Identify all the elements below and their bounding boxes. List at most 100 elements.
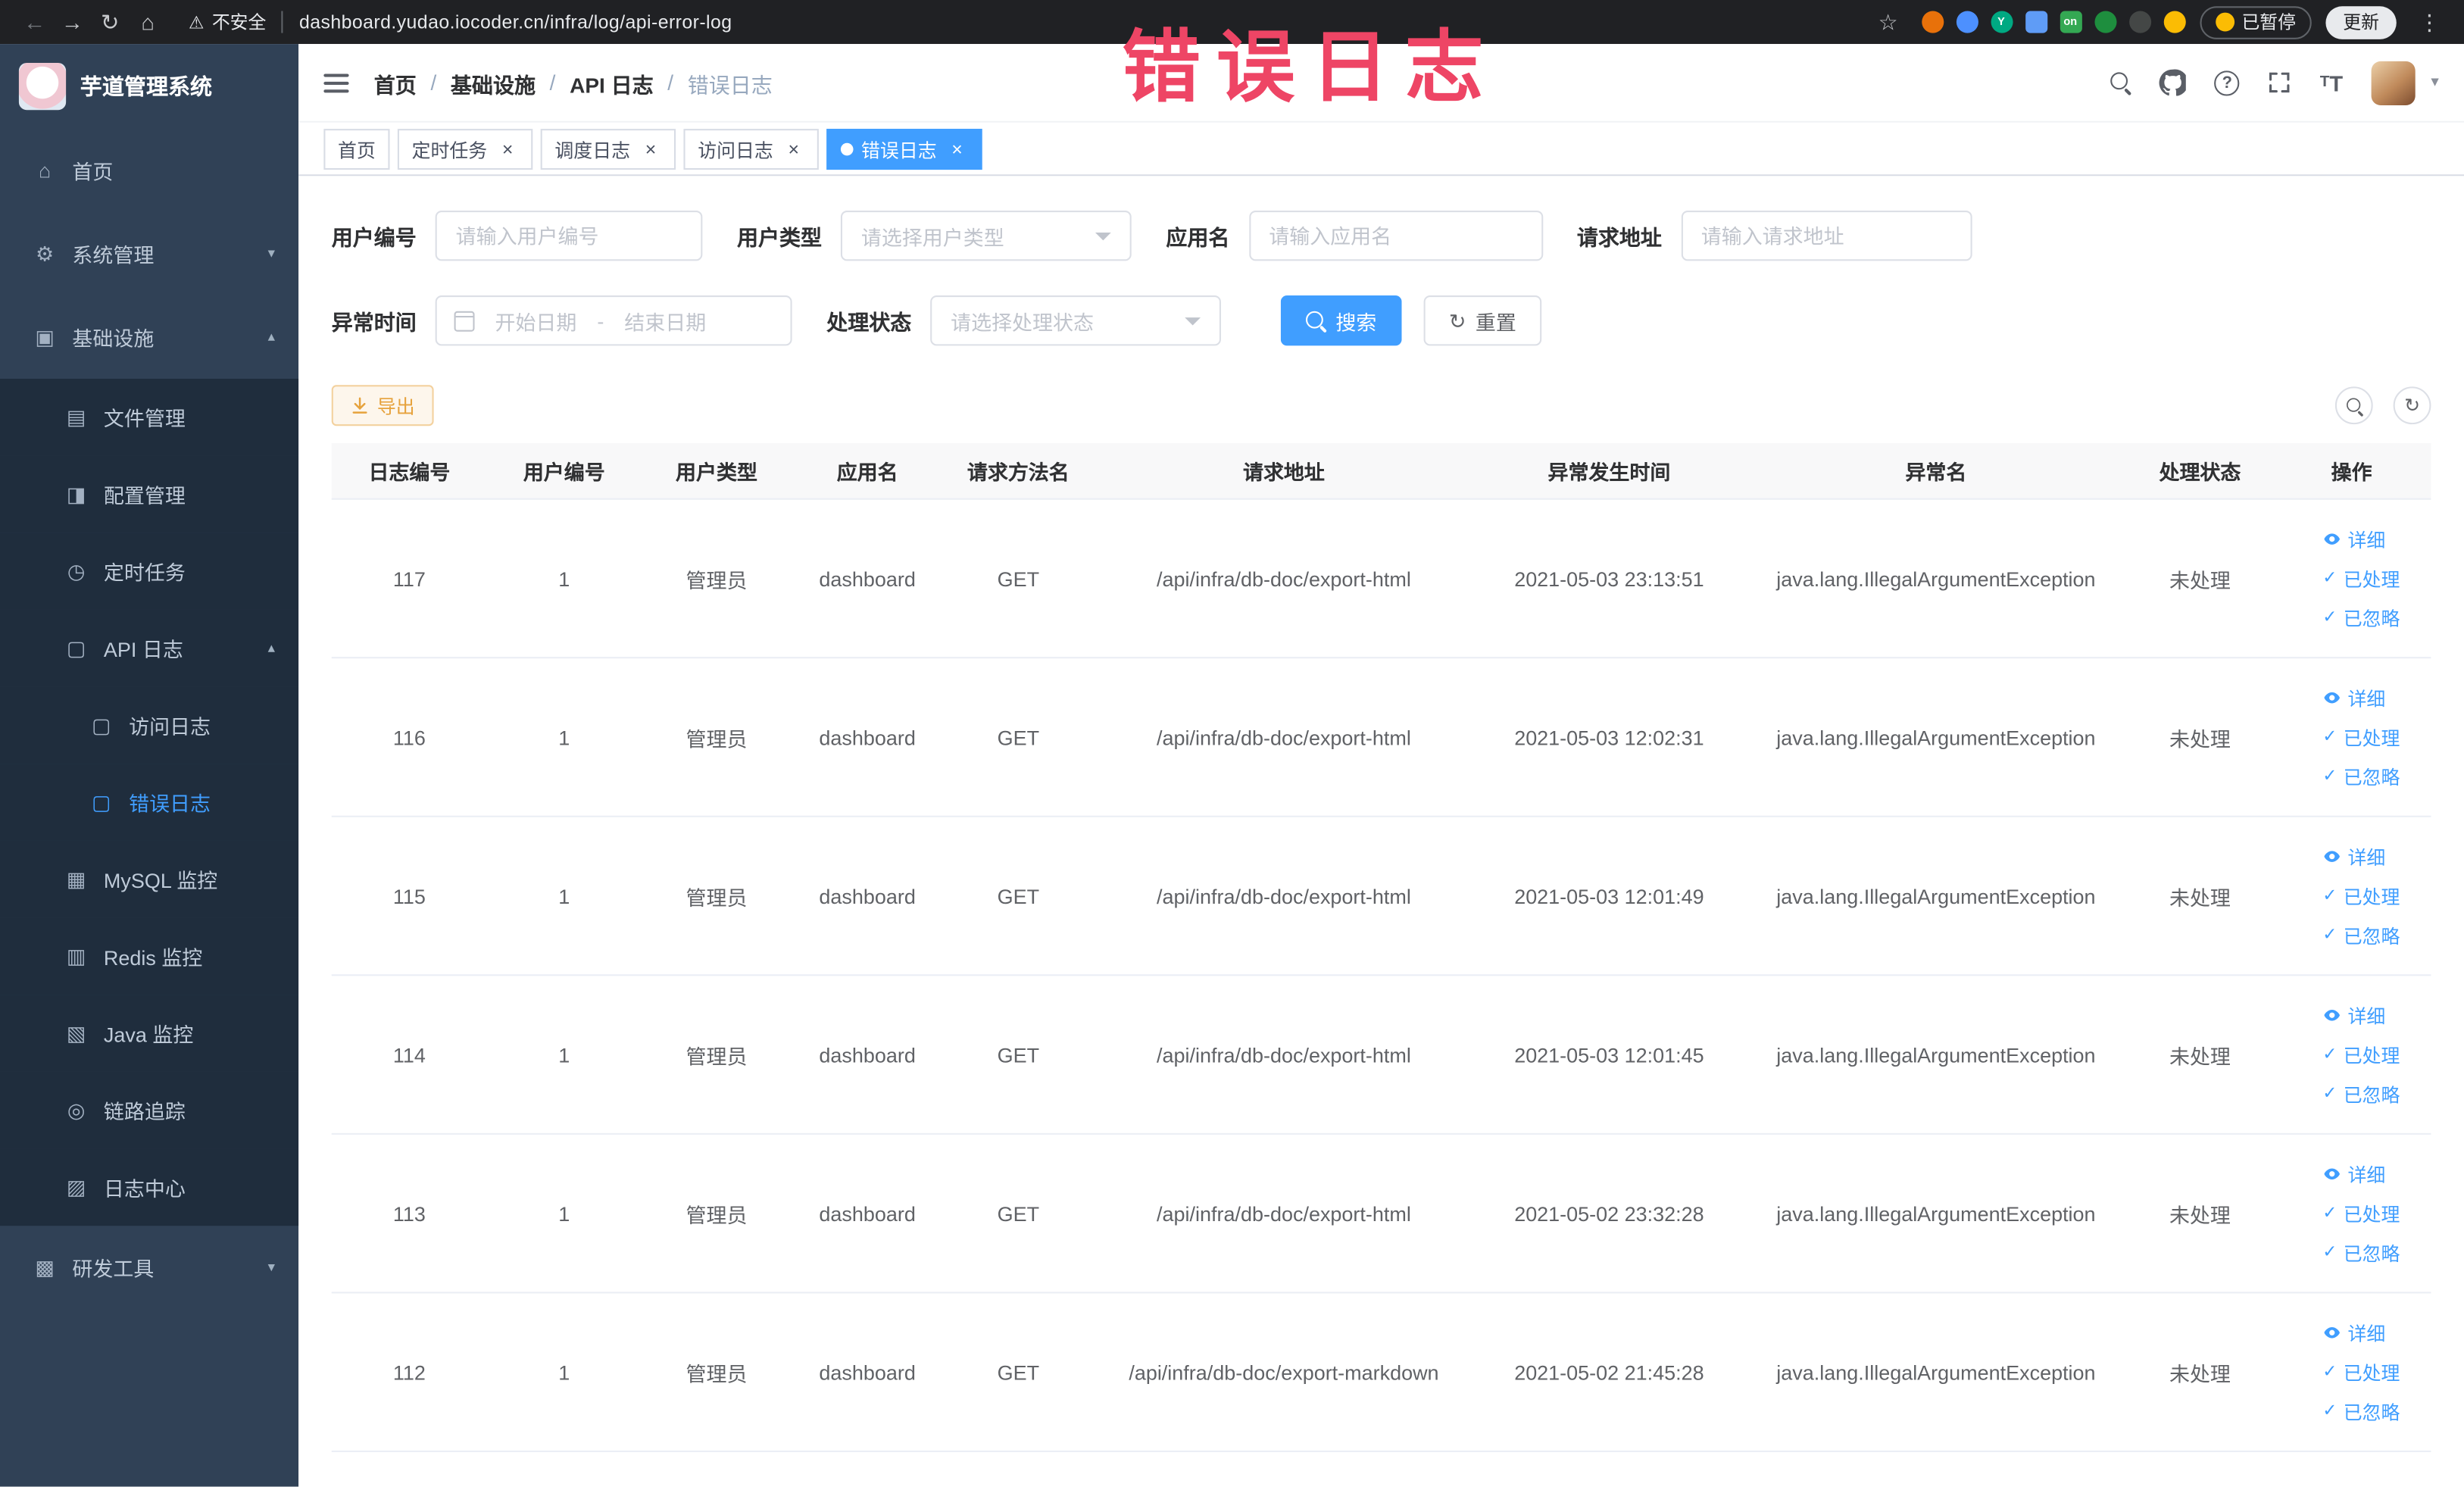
detail-link[interactable]: 详细 xyxy=(2322,1154,2385,1194)
processed-link[interactable]: ✓ 已处理 xyxy=(2322,1035,2400,1074)
processed-link[interactable]: ✓ 已处理 xyxy=(2322,876,2400,916)
bookmark-star-icon[interactable]: ☆ xyxy=(1869,8,1907,35)
back-icon[interactable]: ← xyxy=(16,9,54,34)
menu-dots-icon[interactable]: ⋮ xyxy=(2410,8,2448,35)
fullscreen-icon[interactable] xyxy=(2268,70,2291,94)
processed-link[interactable]: ✓ 已处理 xyxy=(2322,717,2400,757)
column-header: 用户类型 xyxy=(676,460,757,484)
user-avatar[interactable] xyxy=(2371,60,2416,105)
table-cell: java.lang.IllegalArgumentException xyxy=(1776,1042,2096,1067)
sidebar-item-label: Java 监控 xyxy=(103,1023,194,1047)
ignored-link[interactable]: ✓ 已忽略 xyxy=(2322,915,2400,954)
chevron-down-icon xyxy=(1095,232,1111,240)
tab-label: 定时任务 xyxy=(411,139,488,161)
tab-home[interactable]: 首页 xyxy=(323,129,390,170)
processed-link[interactable]: ✓ 已处理 xyxy=(2322,1194,2400,1233)
extension-icon[interactable]: Y xyxy=(1990,11,2013,33)
user-type-select[interactable]: 请选择用户类型 xyxy=(840,210,1132,261)
refresh-button[interactable]: ↻ xyxy=(2393,386,2431,425)
breadcrumb-item[interactable]: API 日志 xyxy=(570,67,654,98)
breadcrumb-item[interactable]: 首页 xyxy=(374,67,417,98)
sidebar-item-label: 定时任务 xyxy=(103,561,186,585)
sidebar-item-home[interactable]: ⌂ 首页 xyxy=(0,129,298,212)
date-range-picker[interactable]: 开始日期 - 结束日期 xyxy=(435,295,792,346)
extension-icon[interactable] xyxy=(1921,11,1944,33)
paused-extension-badge[interactable]: 已暂停 xyxy=(2199,5,2312,39)
table-cell: 1 xyxy=(558,1360,570,1384)
extension-icon[interactable] xyxy=(2128,11,2151,33)
sidebar-item-dev-tools[interactable]: ▩ 研发工具 ▾ xyxy=(0,1226,298,1309)
font-size-icon[interactable]: TT xyxy=(2320,70,2343,95)
detail-link[interactable]: 详细 xyxy=(2322,1313,2385,1352)
extension-icon[interactable] xyxy=(2094,11,2116,33)
breadcrumb-item[interactable]: 基础设施 xyxy=(451,67,536,98)
help-icon[interactable]: ? xyxy=(2214,70,2240,95)
ignored-link[interactable]: ✓ 已忽略 xyxy=(2322,598,2400,637)
sidebar-item-error-log[interactable]: ▢ 错误日志 xyxy=(0,764,299,841)
security-label[interactable]: 不安全 xyxy=(212,9,267,34)
close-icon[interactable]: × xyxy=(782,139,804,161)
extension-icon[interactable] xyxy=(2163,11,2185,33)
extension-icon[interactable] xyxy=(1955,11,1978,33)
tab-error-log[interactable]: 错误日志 × xyxy=(826,129,982,170)
sidebar-item-mysql[interactable]: ▦ MySQL 监控 xyxy=(0,840,299,918)
sidebar-item-system[interactable]: ⚙ 系统管理 ▾ xyxy=(0,212,298,295)
process-status-select[interactable]: 请选择处理状态 xyxy=(930,295,1221,346)
ignored-link[interactable]: ✓ 已忽略 xyxy=(2322,1392,2400,1431)
ignored-link[interactable]: ✓ 已忽略 xyxy=(2322,1233,2400,1273)
detail-link[interactable]: 详细 xyxy=(2322,837,2385,876)
detail-link[interactable]: 详细 xyxy=(2322,520,2385,559)
paused-label: 已暂停 xyxy=(2241,14,2297,33)
url-text[interactable]: dashboard.yudao.iocoder.cn/infra/log/api… xyxy=(299,11,732,33)
sidebar-item-label: 基础设施 xyxy=(72,326,155,351)
breadcrumb-item: 错误日志 xyxy=(687,73,773,97)
sidebar-item-file[interactable]: ▤ 文件管理 xyxy=(0,378,299,456)
close-icon[interactable]: × xyxy=(639,139,661,161)
sidebar-item-job[interactable]: ◷ 定时任务 xyxy=(0,533,299,610)
search-toggle-button[interactable] xyxy=(2334,386,2373,425)
user-id-input[interactable] xyxy=(435,210,703,261)
sidebar-item-log-center[interactable]: ▨ 日志中心 xyxy=(0,1148,299,1226)
detail-link[interactable]: 详细 xyxy=(2322,678,2385,717)
request-url-input[interactable] xyxy=(1680,210,1972,261)
tab-job-log[interactable]: 调度日志 × xyxy=(540,129,676,170)
reset-button[interactable]: ↻ 重置 xyxy=(1423,295,1542,346)
forward-icon[interactable]: → xyxy=(54,9,92,34)
navbar-actions: ? TT ▾ xyxy=(2110,60,2439,105)
tab-access-log[interactable]: 访问日志 × xyxy=(683,129,820,170)
app-name-input[interactable] xyxy=(1248,210,1543,261)
extension-icon[interactable]: on xyxy=(2059,11,2081,33)
ignored-link[interactable]: ✓ 已忽略 xyxy=(2322,757,2400,796)
search-button[interactable]: 搜索 xyxy=(1280,295,1402,346)
hamburger-icon[interactable] xyxy=(323,68,349,96)
close-icon[interactable]: × xyxy=(946,139,968,161)
update-button[interactable]: 更新 xyxy=(2325,5,2397,39)
search-icon[interactable] xyxy=(2110,72,2131,92)
processed-link[interactable]: ✓ 已处理 xyxy=(2322,559,2400,598)
chevron-down-icon xyxy=(1185,317,1201,325)
detail-link[interactable]: 详细 xyxy=(2322,995,2385,1035)
chevron-down-icon[interactable]: ▾ xyxy=(2431,74,2438,92)
sidebar-item-config[interactable]: ◨ 配置管理 xyxy=(0,455,299,533)
sidebar-item-trace[interactable]: ◎ 链路追踪 xyxy=(0,1071,299,1149)
ignored-link[interactable]: ✓ 已忽略 xyxy=(2322,1074,2400,1114)
processed-link[interactable]: ✓ 已处理 xyxy=(2322,1352,2400,1392)
eye-icon xyxy=(2324,1168,2340,1180)
table-cell: 2021-05-03 12:01:49 xyxy=(1514,883,1704,908)
export-button[interactable]: 导出 xyxy=(331,385,434,426)
browser-toolbar: ← → ↻ ⌂ ⚠ 不安全 dashboard.yudao.iocoder.cn… xyxy=(0,0,2464,45)
sidebar-item-api-log[interactable]: ▢ API 日志 ▴ xyxy=(0,609,299,687)
check-icon: ✓ xyxy=(2322,886,2338,904)
home-icon[interactable]: ⌂ xyxy=(129,9,167,34)
sidebar-item-java[interactable]: ▧ Java 监控 xyxy=(0,995,299,1072)
start-date-placeholder: 开始日期 xyxy=(495,310,577,334)
sidebar-item-infra[interactable]: ▣ 基础设施 ▴ xyxy=(0,295,298,379)
close-icon[interactable]: × xyxy=(497,139,519,161)
reload-icon[interactable]: ↻ xyxy=(91,8,129,35)
extension-icon[interactable] xyxy=(2025,11,2047,33)
github-icon[interactable] xyxy=(2160,69,2187,96)
sidebar-item-redis[interactable]: ▥ Redis 监控 xyxy=(0,917,299,995)
search-icon xyxy=(2345,397,2363,414)
tab-job[interactable]: 定时任务 × xyxy=(397,129,533,170)
sidebar-item-access-log[interactable]: ▢ 访问日志 xyxy=(0,686,299,764)
